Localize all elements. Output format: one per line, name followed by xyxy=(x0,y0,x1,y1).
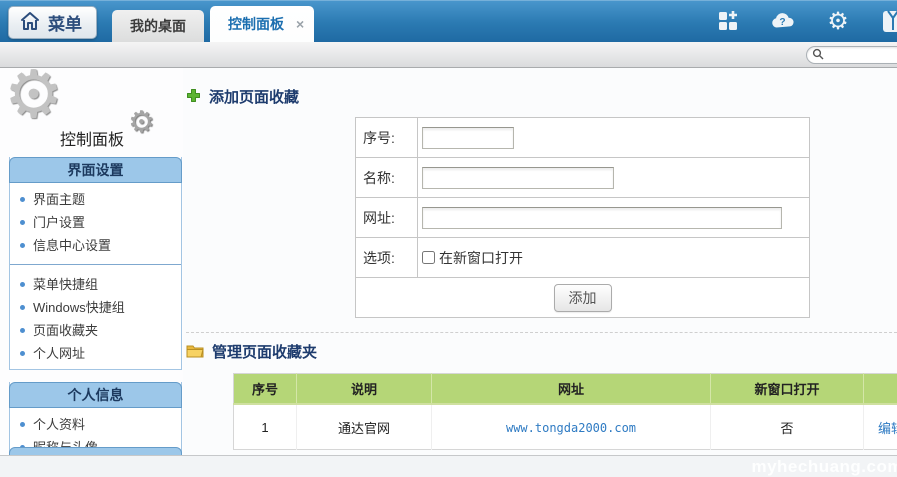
content-area: ⚙ ⚙ 控制面板 界面设置 界面主题 门户设置 信息中心设置 菜单快捷组 Win… xyxy=(0,68,897,455)
magnifier-icon xyxy=(812,48,824,63)
sidebar-item-infocenter[interactable]: 信息中心设置 xyxy=(10,234,181,257)
col-header-newwindow: 新窗口打开 xyxy=(711,374,864,405)
sidebar-group-2: 菜单快捷组 Windows快捷组 页面收藏夹 个人网址 xyxy=(10,268,181,369)
gears-logo-icon: ⚙ xyxy=(4,62,63,128)
sidebar-group-1: 界面主题 门户设置 信息中心设置 xyxy=(10,183,181,261)
sidebar-item-page-favorites[interactable]: 页面收藏夹 xyxy=(10,319,181,342)
table-row: 1 通达官网 www.tongda2000.com 否 编辑 | xyxy=(234,404,897,450)
no-input[interactable] xyxy=(422,127,514,149)
secondary-toolbar xyxy=(0,42,897,68)
col-header-desc: 说明 xyxy=(297,374,432,405)
no-label: 序号: xyxy=(356,118,418,158)
url-input[interactable] xyxy=(422,207,782,229)
form-row-submit: 添加 xyxy=(356,278,810,318)
form-row-options: 选项: 在新窗口打开 xyxy=(356,238,810,278)
section-divider xyxy=(186,332,897,333)
green-plus-icon xyxy=(186,88,201,106)
add-section-title: 添加页面收藏 xyxy=(209,86,299,107)
favorites-table-header: 序号 说明 网址 新窗口打开 操作 xyxy=(234,374,897,405)
sidebar-logo: ⚙ ⚙ 控制面板 xyxy=(0,68,183,158)
topbar: 菜单 我的桌面 控制面板 × ? xyxy=(0,0,897,42)
form-row-name: 名称: xyxy=(356,158,810,198)
add-button[interactable]: 添加 xyxy=(554,284,612,312)
home-icon xyxy=(19,11,41,34)
manage-section-title: 管理页面收藏夹 xyxy=(212,341,317,362)
sidebar-header-interface: 界面设置 xyxy=(9,157,182,183)
gears-logo-small-icon: ⚙ xyxy=(128,108,155,138)
name-input[interactable] xyxy=(422,167,614,189)
main-panel: 添加页面收藏 序号: 名称: 网址: 选项: xyxy=(183,68,897,455)
add-section-head: 添加页面收藏 xyxy=(186,86,897,107)
svg-text:?: ? xyxy=(779,17,785,28)
sidebar-section-interface: 界面设置 界面主题 门户设置 信息中心设置 菜单快捷组 Windows快捷组 页… xyxy=(9,157,182,370)
tab-bar: 我的桌面 控制面板 × xyxy=(112,6,314,42)
settings-gear-icon[interactable]: ⚙ xyxy=(825,8,851,34)
col-header-actions: 操作 xyxy=(864,374,897,405)
cell-no: 1 xyxy=(234,404,297,450)
watermark-text: myhechuang.com xyxy=(751,457,897,477)
sidebar-item-portal[interactable]: 门户设置 xyxy=(10,211,181,234)
cell-actions: 编辑 | xyxy=(864,404,897,450)
search-box[interactable] xyxy=(806,46,897,64)
cell-newwindow: 否 xyxy=(711,404,864,450)
col-header-url: 网址 xyxy=(432,374,711,405)
search-input[interactable] xyxy=(827,48,891,62)
tab-my-desktop[interactable]: 我的桌面 xyxy=(112,10,204,42)
edit-link[interactable]: 编辑 | xyxy=(878,421,897,436)
cell-url: www.tongda2000.com xyxy=(432,404,711,450)
folder-icon xyxy=(186,343,204,361)
topbar-icon-group: ? ⚙ xyxy=(715,0,897,42)
add-favorite-form: 序号: 名称: 网址: 选项: 在新窗口打开 xyxy=(355,117,810,318)
add-app-grid-icon[interactable] xyxy=(715,8,741,34)
tab-control-panel-label: 控制面板 xyxy=(228,6,284,42)
sidebar-item-personal-url[interactable]: 个人网址 xyxy=(10,342,181,365)
sidebar-item-profile[interactable]: 个人资料 xyxy=(10,413,181,436)
sidebar-item-theme[interactable]: 界面主题 xyxy=(10,188,181,211)
help-cloud-icon[interactable]: ? xyxy=(770,8,796,34)
new-window-checkbox[interactable] xyxy=(422,251,435,264)
manage-section-head: 管理页面收藏夹 xyxy=(186,341,897,362)
sidebar-item-windows-shortcut[interactable]: Windows快捷组 xyxy=(10,296,181,319)
tab-control-panel[interactable]: 控制面板 × xyxy=(210,6,314,42)
col-header-no: 序号 xyxy=(234,374,297,405)
cell-desc: 通达官网 xyxy=(297,404,432,450)
menu-button[interactable]: 菜单 xyxy=(8,6,97,39)
form-row-no: 序号: xyxy=(356,118,810,158)
tab-close-icon[interactable]: × xyxy=(296,17,304,31)
name-label: 名称: xyxy=(356,158,418,198)
sidebar-title: 控制面板 xyxy=(60,126,124,150)
url-label: 网址: xyxy=(356,198,418,238)
new-window-checkbox-label: 在新窗口打开 xyxy=(439,248,523,268)
sidebar: ⚙ ⚙ 控制面板 界面设置 界面主题 门户设置 信息中心设置 菜单快捷组 Win… xyxy=(0,68,183,455)
sidebar-header-personal: 个人信息 xyxy=(9,382,182,408)
sidebar-item-menu-shortcut[interactable]: 菜单快捷组 xyxy=(10,273,181,296)
footer-strip: myhechuang.com xyxy=(0,455,897,477)
menu-button-label: 菜单 xyxy=(48,10,82,35)
favorite-url-link[interactable]: www.tongda2000.com xyxy=(506,421,636,435)
favorites-table: 序号 说明 网址 新窗口打开 操作 1 通达官网 www.tongda2000.… xyxy=(233,373,897,450)
options-label: 选项: xyxy=(356,238,418,278)
theme-shirt-icon[interactable] xyxy=(880,8,897,34)
app-window: 菜单 我的桌面 控制面板 × ? xyxy=(0,0,897,477)
sidebar-divider xyxy=(10,264,181,265)
form-row-url: 网址: xyxy=(356,198,810,238)
